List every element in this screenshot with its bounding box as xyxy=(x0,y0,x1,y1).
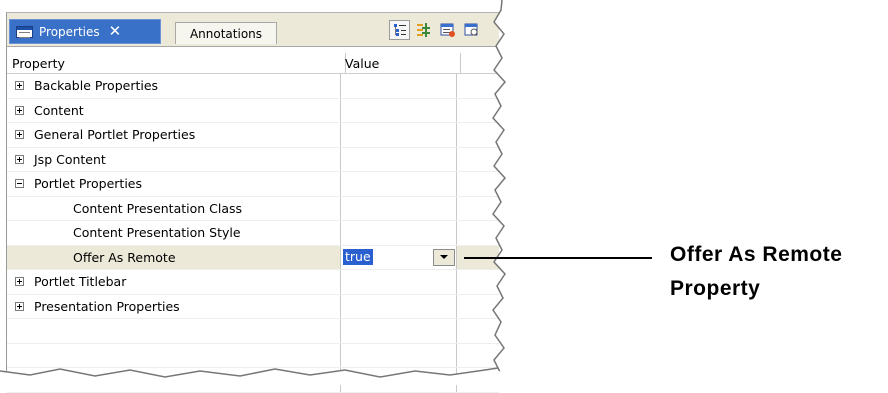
property-cell: Jsp Content xyxy=(7,147,341,171)
tab-annotations-label: Annotations xyxy=(189,26,263,41)
expand-plus-icon[interactable] xyxy=(15,154,24,164)
value-cell[interactable] xyxy=(341,294,457,318)
property-cell: Content xyxy=(7,98,341,122)
property-cell: Backable Properties xyxy=(7,74,341,98)
value-cell[interactable] xyxy=(341,196,457,220)
value-cell xyxy=(341,319,457,343)
property-row-presentation-properties[interactable]: Presentation Properties xyxy=(7,294,499,319)
property-cell: Portlet Properties xyxy=(7,172,341,196)
property-label: Portlet Properties xyxy=(34,176,142,192)
view-menu-icon xyxy=(464,23,477,36)
property-cell: Portlet Titlebar xyxy=(7,270,341,294)
restore-default-button[interactable] xyxy=(437,20,458,40)
chevron-down-icon xyxy=(440,255,448,259)
property-label: Offer As Remote xyxy=(73,249,176,265)
column-header-value[interactable]: Value xyxy=(341,53,461,73)
property-cell: Content Presentation Class xyxy=(7,196,341,220)
show-categories-icon xyxy=(393,24,406,36)
value-cell[interactable] xyxy=(341,74,457,98)
tab-annotations[interactable]: Annotations xyxy=(175,22,277,44)
value-cell[interactable] xyxy=(341,270,457,294)
property-label: Backable Properties xyxy=(34,78,159,94)
value-cell[interactable] xyxy=(341,98,457,122)
property-row-general-portlet-properties[interactable]: General Portlet Properties xyxy=(7,123,499,148)
property-row-offer-as-remote[interactable]: Offer As Remote true xyxy=(7,245,499,270)
expand-plus-icon[interactable] xyxy=(15,277,24,287)
property-label: Content Presentation Style xyxy=(73,225,241,241)
property-label: Jsp Content xyxy=(34,151,106,167)
value-cell[interactable] xyxy=(341,123,457,147)
show-advanced-properties-icon xyxy=(416,23,430,37)
property-row-backable-properties[interactable]: Backable Properties xyxy=(7,74,499,99)
property-label: Content xyxy=(34,102,84,118)
tab-properties-label: Properties xyxy=(39,24,100,39)
expand-plus-icon[interactable] xyxy=(15,301,24,311)
property-row-content-presentation-class[interactable]: Content Presentation Class xyxy=(7,196,499,221)
view-menu-button[interactable] xyxy=(461,20,482,40)
value-cell[interactable] xyxy=(341,172,457,196)
property-row-content-presentation-style[interactable]: Content Presentation Style xyxy=(7,221,499,246)
callout-line xyxy=(464,257,652,259)
property-row-jsp-content[interactable]: Jsp Content xyxy=(7,147,499,172)
expand-plus-icon[interactable] xyxy=(15,130,24,140)
property-label: Content Presentation Class xyxy=(73,200,243,216)
property-cell: Presentation Properties xyxy=(7,294,341,318)
value-cell xyxy=(341,343,457,367)
tab-bar: Properties ✕ Annotations xyxy=(7,13,499,47)
tab-properties[interactable]: Properties ✕ xyxy=(9,19,161,44)
collapse-minus-icon[interactable] xyxy=(15,179,24,189)
expand-plus-icon[interactable] xyxy=(15,105,24,115)
property-label: Portlet Titlebar xyxy=(34,274,127,290)
property-label: General Portlet Properties xyxy=(34,127,196,143)
callout-label-line-2: Property xyxy=(670,277,761,300)
property-label: Presentation Properties xyxy=(34,298,180,314)
value-cell[interactable] xyxy=(341,221,457,245)
property-row-portlet-titlebar[interactable]: Portlet Titlebar xyxy=(7,270,499,295)
table-header: Property Value xyxy=(7,53,499,74)
property-cell: General Portlet Properties xyxy=(7,123,341,147)
torn-edge-bottom xyxy=(0,367,520,385)
empty-row xyxy=(7,319,499,344)
torn-edge-right xyxy=(492,0,520,385)
callout-label: Offer As Remote Property xyxy=(670,238,842,306)
property-row-content[interactable]: Content xyxy=(7,98,499,123)
property-cell: Content Presentation Style xyxy=(7,221,341,245)
properties-view: Properties ✕ Annotations Property Value … xyxy=(6,12,499,393)
property-cell xyxy=(7,343,341,367)
property-cell: Offer As Remote xyxy=(7,245,341,269)
property-cell xyxy=(7,319,341,343)
show-advanced-properties-button[interactable] xyxy=(413,20,434,40)
property-table: Property Value Backable Properties Conte… xyxy=(7,53,499,393)
show-categories-button[interactable] xyxy=(389,20,410,40)
column-header-property[interactable]: Property xyxy=(7,53,346,73)
expand-plus-icon[interactable] xyxy=(15,81,24,91)
value-cell[interactable] xyxy=(341,147,457,171)
restore-default-icon xyxy=(440,23,455,37)
value-editor-text[interactable]: true xyxy=(343,249,373,266)
close-icon[interactable]: ✕ xyxy=(109,24,122,39)
properties-view-icon xyxy=(16,25,33,38)
property-row-portlet-properties[interactable]: Portlet Properties xyxy=(7,172,499,197)
value-dropdown-button[interactable] xyxy=(433,248,455,266)
callout-label-line-1: Offer As Remote xyxy=(670,243,843,266)
